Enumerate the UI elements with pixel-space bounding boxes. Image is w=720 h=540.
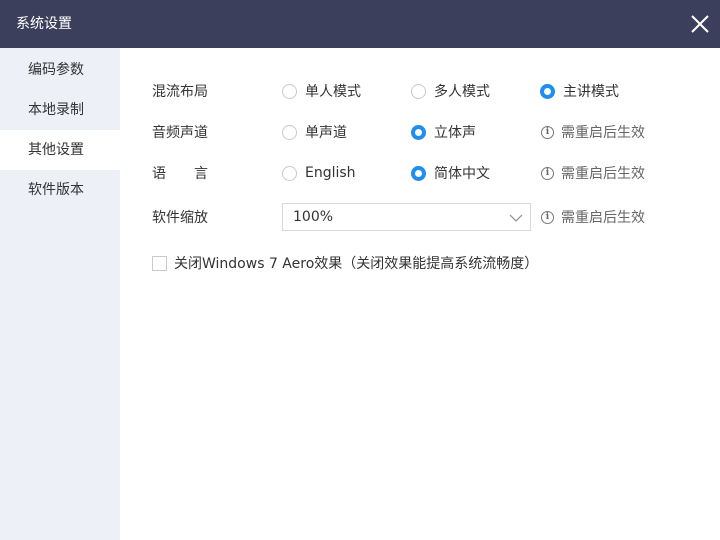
radio-circle	[282, 124, 297, 140]
restart-hint: i 需重启后生效	[541, 163, 645, 183]
radio-simplified-chinese[interactable]: 简体中文	[411, 163, 490, 183]
hint-text: 需重启后生效	[561, 166, 645, 182]
sidebar: 编码参数 本地录制 其他设置 软件版本	[0, 48, 120, 540]
radio-english[interactable]: English	[282, 163, 356, 183]
aero-checkbox[interactable]: 关闭Windows 7 Aero效果（关闭效果能提高系统流畅度）	[152, 253, 538, 273]
radio-circle	[411, 83, 426, 99]
info-icon: i	[541, 210, 554, 224]
radio-circle	[282, 165, 297, 181]
radio-multi-mode[interactable]: 多人模式	[411, 81, 490, 101]
zoom-label: 软件缩放	[152, 210, 208, 226]
hint-text: 需重启后生效	[561, 210, 645, 226]
checkbox-box	[152, 255, 167, 271]
radio-label: English	[305, 165, 356, 181]
radio-label: 立体声	[434, 125, 476, 141]
info-icon: i	[541, 166, 554, 180]
radio-circle	[282, 83, 297, 99]
language-label-1: 语	[152, 166, 166, 182]
radio-circle	[540, 83, 555, 99]
radio-circle	[411, 124, 426, 140]
radio-single-mode[interactable]: 单人模式	[282, 81, 361, 101]
zoom-select[interactable]: 100%	[282, 203, 531, 231]
info-icon: i	[541, 125, 554, 139]
radio-label: 单声道	[305, 125, 347, 141]
sidebar-item-other-settings[interactable]: 其他设置	[0, 130, 120, 170]
window-title: 系统设置	[16, 16, 72, 32]
close-icon[interactable]	[688, 12, 712, 36]
radio-stereo[interactable]: 立体声	[411, 122, 476, 142]
mix-layout-label: 混流布局	[152, 84, 208, 100]
radio-label: 简体中文	[434, 166, 490, 182]
sidebar-item-local-recording[interactable]: 本地录制	[0, 90, 120, 130]
title-bar: 系统设置	[0, 0, 720, 48]
language-label-2: 言	[194, 166, 208, 182]
restart-hint: i 需重启后生效	[541, 207, 645, 227]
zoom-value: 100%	[293, 209, 334, 225]
restart-hint: i 需重启后生效	[541, 122, 645, 142]
radio-label: 主讲模式	[563, 84, 619, 100]
hint-text: 需重启后生效	[561, 125, 645, 141]
audio-channel-label: 音频声道	[152, 125, 208, 141]
radio-label: 单人模式	[305, 84, 361, 100]
sidebar-item-encoding[interactable]: 编码参数	[0, 50, 120, 90]
radio-presenter-mode[interactable]: 主讲模式	[540, 81, 619, 101]
sidebar-item-software-version[interactable]: 软件版本	[0, 170, 120, 210]
radio-mono[interactable]: 单声道	[282, 122, 347, 142]
chevron-down-icon	[509, 214, 523, 222]
aero-checkbox-label: 关闭Windows 7 Aero效果（关闭效果能提高系统流畅度）	[174, 256, 539, 272]
radio-circle	[411, 165, 426, 181]
radio-label: 多人模式	[434, 84, 490, 100]
